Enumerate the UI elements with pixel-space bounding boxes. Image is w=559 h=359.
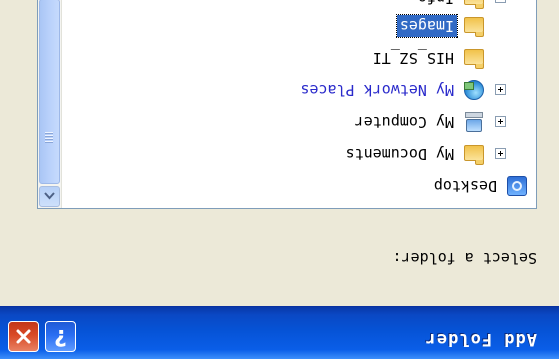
select-folder-label: Select a folder: (392, 249, 538, 267)
tree-item-his-sz-ti[interactable]: HIS_SZ_TI (370, 44, 485, 72)
title-bar[interactable]: Add Folder ? (0, 306, 559, 359)
expand-toggle[interactable] (495, 148, 506, 160)
close-button[interactable] (8, 321, 39, 352)
tree-item-label: Desktop (433, 177, 497, 195)
tree-item-label: Info (415, 0, 457, 9)
tree-item-label: HIS_SZ_TI (372, 49, 454, 67)
close-icon (16, 329, 31, 344)
expand-toggle[interactable] (495, 84, 506, 96)
add-folder-dialog: Add Folder ? Select a folder: Desktop My… (0, 0, 559, 359)
folder-icon (463, 47, 485, 69)
network-icon (463, 79, 485, 101)
chevron-up-icon (44, 192, 55, 200)
tree-item-label: My Computer (354, 113, 454, 131)
help-button[interactable]: ? (45, 321, 76, 352)
folder-icon (463, 0, 485, 9)
expand-toggle[interactable] (495, 116, 506, 128)
computer-icon (463, 111, 485, 133)
question-mark-icon: ? (54, 324, 67, 349)
tree-item-my-network-places[interactable]: My Network Places (297, 76, 506, 104)
expand-toggle[interactable] (495, 0, 506, 4)
tree-item-images[interactable]: Images (395, 12, 485, 40)
window-title: Add Folder (424, 329, 537, 349)
desktop-icon (506, 175, 528, 197)
tree-item-my-computer[interactable]: My Computer (352, 108, 506, 136)
scroll-thumb[interactable] (39, 0, 60, 184)
tree-item-my-documents[interactable]: My Documents (343, 140, 506, 168)
tree-item-label: My Network Places (300, 81, 454, 99)
dialog-stage: Add Folder ? Select a folder: Desktop My… (0, 0, 559, 359)
folder-icon (463, 143, 485, 165)
vertical-scrollbar[interactable] (38, 0, 62, 208)
tree-item-desktop[interactable]: Desktop (431, 172, 528, 200)
folder-icon (463, 15, 485, 37)
tree-item-label: Images (395, 14, 459, 38)
folder-tree[interactable]: Desktop My Documents My Computer My Netw… (37, 0, 537, 209)
tree-item-label: My Documents (345, 145, 454, 163)
tree-item-info[interactable]: Info (415, 0, 506, 12)
scroll-up-button[interactable] (39, 186, 60, 207)
